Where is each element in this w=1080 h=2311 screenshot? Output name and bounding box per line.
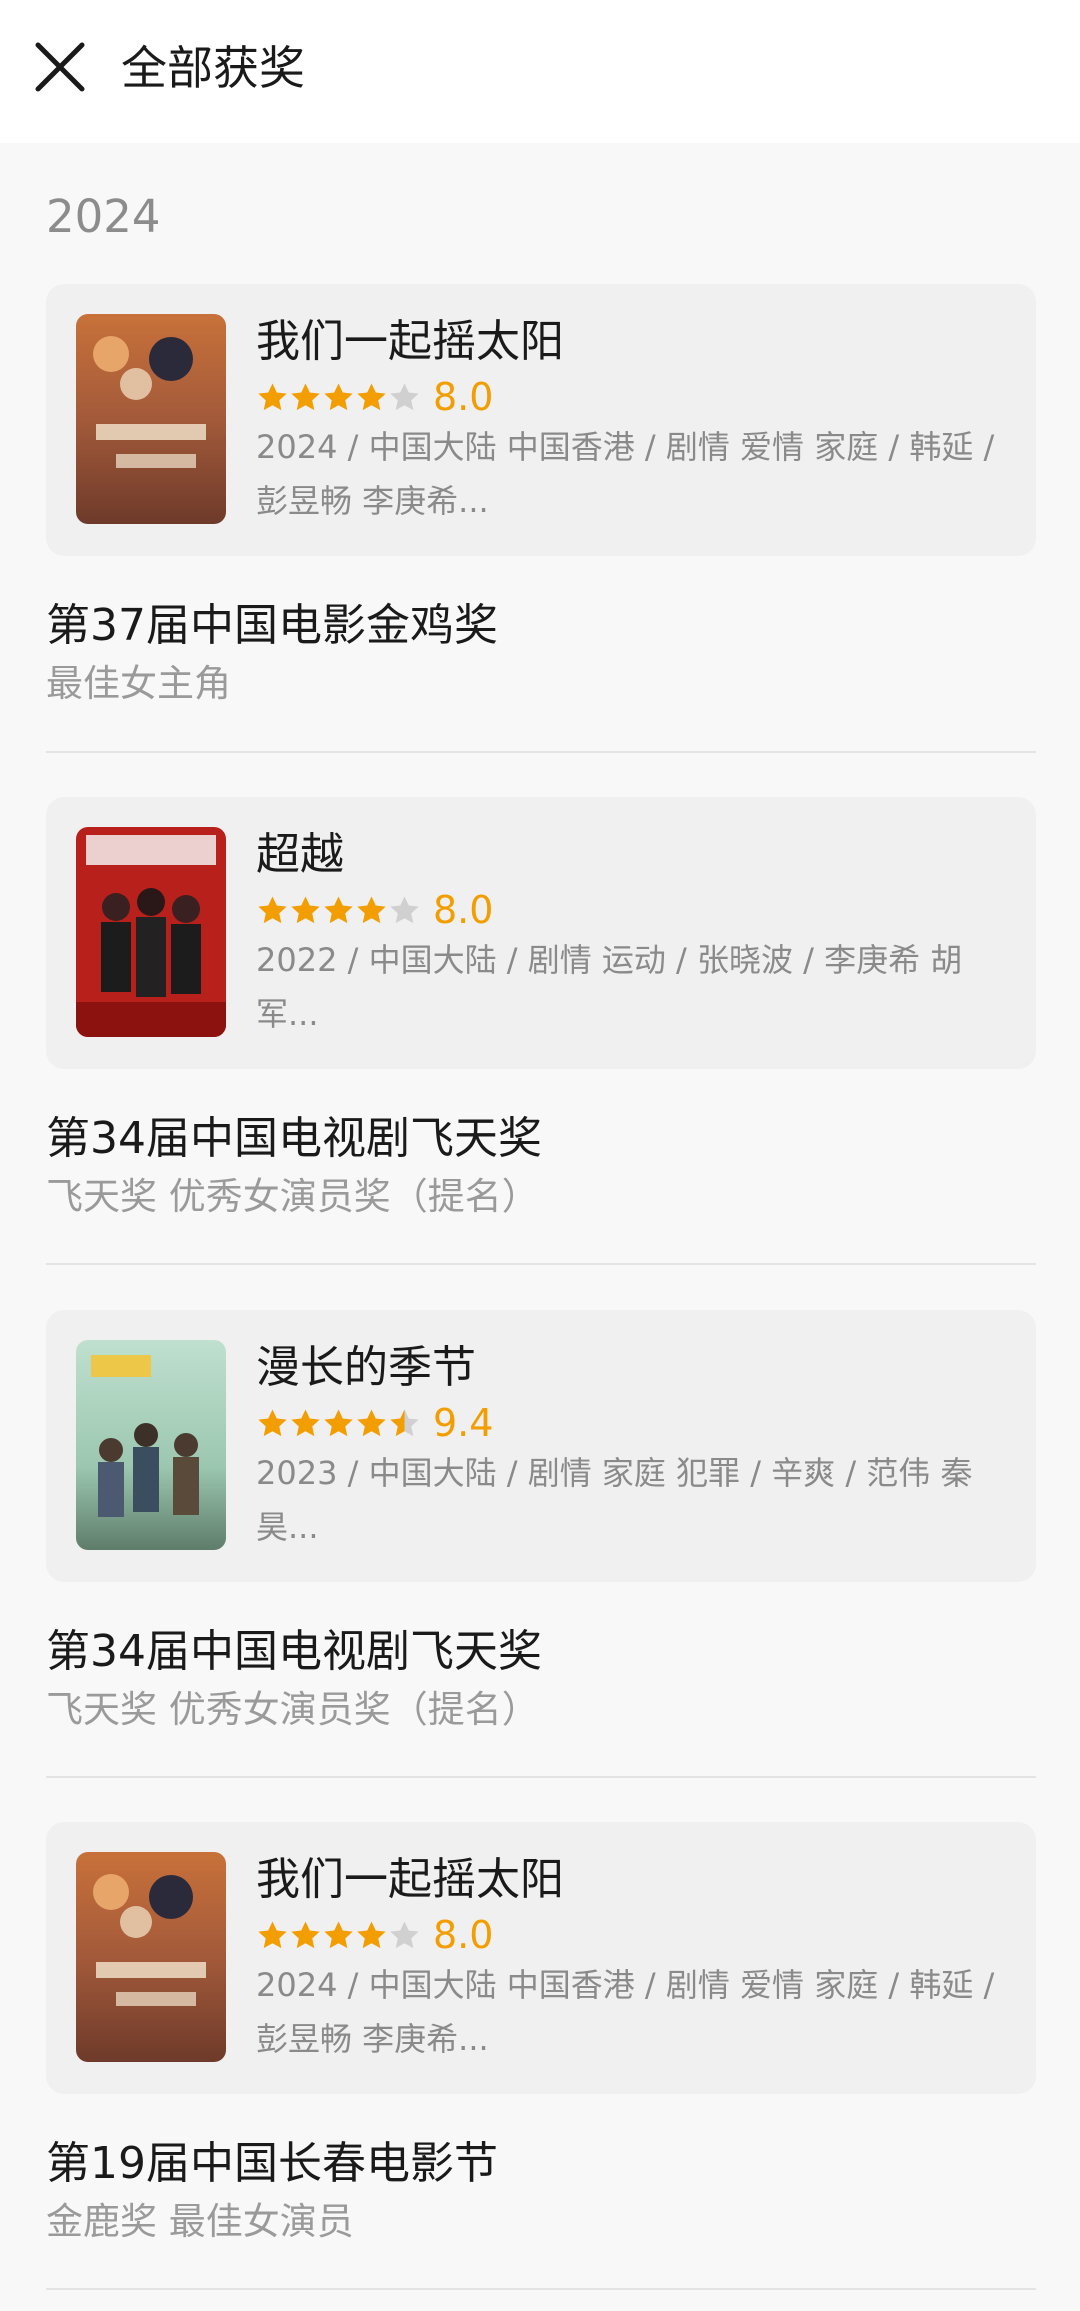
award-name: 第34届中国电视剧飞天奖 bbox=[46, 1113, 542, 1164]
movie-card[interactable]: 我们一起摇太阳 8.0 2024 / 中国大陆 中国香港 / 剧情 爱情 家庭 … bbox=[46, 284, 1036, 556]
star-icon bbox=[357, 382, 386, 410]
star-icon bbox=[258, 895, 287, 923]
movie-poster bbox=[76, 1340, 226, 1550]
star-icon bbox=[258, 1920, 287, 1948]
star-icon bbox=[390, 382, 419, 410]
movie-poster bbox=[76, 1852, 226, 2062]
award-name: 第37届中国电影金鸡奖 bbox=[46, 600, 498, 651]
year-label: 2024 bbox=[46, 190, 161, 243]
star-icon bbox=[291, 895, 320, 923]
star-icon bbox=[390, 895, 419, 923]
rating: 8.0 bbox=[256, 374, 493, 420]
movie-title: 我们一起摇太阳 bbox=[256, 1854, 564, 1905]
movie-card[interactable]: 漫长的季节 9.4 2023 / 中国大陆 / 剧情 家庭 犯罪 / 辛爽 / … bbox=[46, 1310, 1036, 1582]
movie-poster bbox=[76, 827, 226, 1037]
divider bbox=[46, 1776, 1036, 1778]
star-rating bbox=[256, 1407, 421, 1440]
rating: 8.0 bbox=[256, 1912, 493, 1958]
star-icon bbox=[390, 1920, 419, 1948]
star-icon bbox=[291, 382, 320, 410]
star-icon bbox=[258, 1408, 287, 1436]
movie-card[interactable]: 超越 8.0 2022 / 中国大陆 / 剧情 运动 / 张晓波 / 李庚希 胡… bbox=[46, 797, 1036, 1069]
rating: 8.0 bbox=[256, 887, 493, 933]
rating: 9.4 bbox=[256, 1400, 493, 1446]
star-icon bbox=[390, 1408, 419, 1436]
movie-title: 漫长的季节 bbox=[256, 1342, 476, 1393]
movie-poster bbox=[76, 314, 226, 524]
rating-score: 8.0 bbox=[433, 375, 494, 419]
rating-score: 9.4 bbox=[433, 1401, 494, 1445]
award-detail: 飞天奖 优秀女演员奖（提名） bbox=[46, 1688, 539, 1731]
movie-meta: 2023 / 中国大陆 / 剧情 家庭 犯罪 / 辛爽 / 范伟 秦昊... bbox=[256, 1454, 973, 1546]
rating-score: 8.0 bbox=[433, 1913, 494, 1957]
top-bar: 全部获奖 bbox=[0, 0, 1080, 143]
close-button[interactable] bbox=[30, 37, 90, 97]
star-rating bbox=[256, 894, 421, 927]
star-icon bbox=[324, 1920, 353, 1948]
movie-card[interactable]: 我们一起摇太阳 8.0 2024 / 中国大陆 中国香港 / 剧情 爱情 家庭 … bbox=[46, 1822, 1036, 2094]
star-rating bbox=[256, 381, 421, 414]
movie-title: 我们一起摇太阳 bbox=[256, 316, 564, 367]
star-icon bbox=[291, 1408, 320, 1436]
divider bbox=[46, 1263, 1036, 1265]
divider bbox=[46, 2288, 1036, 2290]
star-icon bbox=[357, 1408, 386, 1436]
award-detail: 最佳女主角 bbox=[46, 662, 231, 705]
movie-title: 超越 bbox=[256, 829, 344, 880]
star-icon bbox=[324, 1408, 353, 1436]
award-name: 第34届中国电视剧飞天奖 bbox=[46, 1626, 542, 1677]
star-icon bbox=[324, 895, 353, 923]
star-icon bbox=[258, 382, 287, 410]
star-rating bbox=[256, 1919, 421, 1952]
page-title: 全部获奖 bbox=[121, 41, 305, 95]
close-icon bbox=[35, 42, 85, 92]
movie-meta: 2022 / 中国大陆 / 剧情 运动 / 张晓波 / 李庚希 胡军... bbox=[256, 941, 963, 1033]
star-icon bbox=[324, 382, 353, 410]
movie-meta: 2024 / 中国大陆 中国香港 / 剧情 爱情 家庭 / 韩延 / 彭昱畅 李… bbox=[256, 428, 995, 520]
award-detail: 飞天奖 优秀女演员奖（提名） bbox=[46, 1175, 539, 1218]
award-name: 第19届中国长春电影节 bbox=[46, 2138, 498, 2189]
award-detail: 金鹿奖 最佳女演员 bbox=[46, 2200, 354, 2243]
star-icon bbox=[291, 1920, 320, 1948]
star-icon bbox=[357, 895, 386, 923]
movie-meta: 2024 / 中国大陆 中国香港 / 剧情 爱情 家庭 / 韩延 / 彭昱畅 李… bbox=[256, 1966, 995, 2058]
rating-score: 8.0 bbox=[433, 888, 494, 932]
star-icon bbox=[357, 1920, 386, 1948]
divider bbox=[46, 751, 1036, 753]
